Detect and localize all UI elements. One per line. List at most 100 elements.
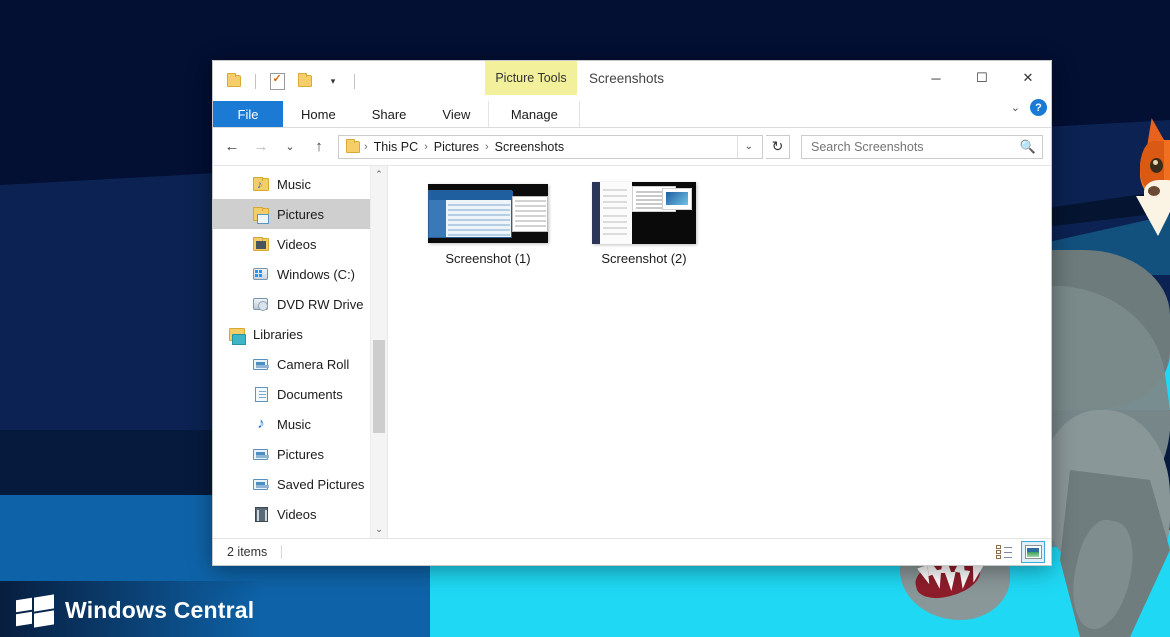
library-pictures-icon — [253, 476, 269, 492]
sidebar-item-label: Windows (C:) — [277, 266, 356, 282]
details-view-icon — [995, 545, 1013, 559]
sidebar-item-videos-library[interactable]: Videos — [213, 499, 387, 529]
navigation-scrollbar[interactable]: ⌃ ⌄ — [370, 166, 387, 538]
thumbnail-wrap — [592, 182, 696, 244]
library-documents-icon — [253, 386, 269, 402]
tab-file[interactable]: File — [213, 101, 283, 127]
picture-tools-contextual-tab[interactable]: Picture Tools — [485, 61, 577, 95]
file-item-screenshot-2[interactable]: Screenshot (2) — [566, 180, 722, 292]
qat-customize-caret-icon[interactable]: ▾ — [322, 70, 344, 92]
file-explorer-window: ▾ Picture Tools Screenshots ─ ☐ ✕ File H… — [212, 60, 1052, 566]
sidebar-item-label: Music — [277, 416, 311, 432]
sidebar-item-libraries[interactable]: Libraries — [213, 319, 387, 349]
file-item-screenshot-1[interactable]: Screenshot (1) — [410, 180, 566, 292]
file-list-content[interactable]: Screenshot (1) Screenshot (2) — [388, 166, 1051, 538]
sidebar-item-videos[interactable]: Videos — [213, 229, 387, 259]
sidebar-item-documents[interactable]: Documents — [213, 379, 387, 409]
sidebar-item-label: Videos — [277, 236, 317, 252]
sidebar-item-saved-pictures[interactable]: Saved Pictures — [213, 469, 387, 499]
maximize-button[interactable]: ☐ — [959, 61, 1005, 95]
title-bar: ▾ Picture Tools Screenshots ─ ☐ ✕ — [213, 61, 1051, 101]
sidebar-item-label: Pictures — [277, 206, 324, 222]
tab-manage[interactable]: Manage — [488, 101, 581, 127]
qat-separator — [354, 73, 355, 89]
tab-share[interactable]: Share — [354, 101, 425, 127]
sidebar-item-music[interactable]: ♪ Music — [213, 169, 387, 199]
search-box[interactable]: 🔍 — [801, 134, 1043, 159]
sidebar-item-label: Libraries — [253, 326, 303, 342]
tab-home[interactable]: Home — [283, 101, 354, 127]
close-button[interactable]: ✕ — [1005, 61, 1051, 95]
folder-music-icon: ♪ — [253, 176, 269, 192]
expand-ribbon-icon[interactable]: ⌄ — [1011, 101, 1020, 114]
breadcrumb-this-pc[interactable]: This PC — [370, 140, 422, 154]
watermark: Windows Central — [16, 594, 255, 628]
fox-nose — [1148, 186, 1160, 196]
folder-videos-icon — [253, 236, 269, 252]
breadcrumb-pictures[interactable]: Pictures — [430, 140, 483, 154]
up-button[interactable]: ↑ — [306, 134, 332, 160]
sidebar-item-label: Videos — [277, 506, 317, 522]
tab-view[interactable]: View — [424, 101, 488, 127]
qat-folder-icon[interactable] — [223, 70, 245, 92]
dvd-drive-icon — [253, 296, 269, 312]
qat-new-folder-icon[interactable] — [294, 70, 316, 92]
status-separator — [281, 545, 283, 559]
library-pictures-icon — [253, 446, 269, 462]
search-icon[interactable]: 🔍 — [1020, 139, 1036, 155]
watermark-text: Windows Central — [65, 596, 255, 623]
sidebar-item-pictures-library[interactable]: Pictures — [213, 439, 387, 469]
thumbnail-wrap — [428, 182, 548, 244]
item-count-label: 2 items — [227, 545, 268, 559]
screenshot-thumbnail-2 — [592, 182, 696, 244]
status-bar: 2 items — [213, 538, 1051, 565]
sidebar-item-music-library[interactable]: ♪ Music — [213, 409, 387, 439]
libraries-icon — [229, 326, 246, 345]
fox-eye-highlight — [1153, 160, 1158, 165]
library-videos-icon — [253, 506, 269, 522]
file-name-label: Screenshot (2) — [601, 251, 687, 266]
drive-windows-icon — [253, 266, 269, 282]
scroll-down-icon[interactable]: ⌄ — [371, 521, 387, 538]
minimize-button[interactable]: ─ — [913, 61, 959, 95]
sidebar-item-camera-roll[interactable]: Camera Roll — [213, 349, 387, 379]
recent-locations-button[interactable]: ⌄ — [277, 134, 303, 160]
breadcrumb[interactable]: › This PC › Pictures › Screenshots ⌄ — [338, 134, 763, 159]
screenshot-thumbnail-1 — [428, 183, 548, 243]
qat-properties-icon[interactable] — [266, 70, 288, 92]
navigation-list: ♪ Music Pictures Videos Windows (C:) DVD… — [213, 166, 387, 529]
navigation-pane: ♪ Music Pictures Videos Windows (C:) DVD… — [213, 166, 388, 538]
sidebar-item-label: Camera Roll — [277, 356, 350, 372]
large-icons-view-button[interactable] — [1021, 541, 1045, 563]
refresh-button[interactable]: ↻ — [766, 134, 790, 159]
breadcrumb-dropdown-icon[interactable]: ⌄ — [736, 135, 760, 158]
windows-logo-icon — [16, 594, 54, 628]
qat-separator — [255, 73, 256, 89]
breadcrumb-folder-icon — [346, 138, 360, 153]
forward-button[interactable]: → — [248, 134, 274, 160]
scrollbar-thumb[interactable] — [373, 340, 385, 433]
sidebar-item-windows-c[interactable]: Windows (C:) — [213, 259, 387, 289]
sidebar-item-pictures[interactable]: Pictures — [213, 199, 387, 229]
quick-access-toolbar: ▾ — [213, 70, 359, 92]
file-name-label: Screenshot (1) — [445, 251, 531, 266]
desktop: Windows Central ▾ Picture Tools Screen — [0, 0, 1170, 637]
details-view-button[interactable] — [992, 541, 1016, 563]
sidebar-item-label: DVD RW Drive — [277, 296, 364, 312]
breadcrumb-separator: › — [424, 140, 428, 153]
sidebar-item-label: Music — [277, 176, 311, 192]
window-title: Screenshots — [589, 71, 665, 86]
window-body: ♪ Music Pictures Videos Windows (C:) DVD… — [213, 165, 1051, 538]
search-input[interactable] — [811, 139, 1020, 154]
sidebar-item-label: Saved Pictures — [277, 476, 365, 492]
breadcrumb-separator: › — [364, 140, 368, 153]
breadcrumb-screenshots[interactable]: Screenshots — [491, 140, 568, 154]
folder-pictures-icon — [253, 206, 269, 224]
view-buttons — [992, 541, 1045, 563]
sidebar-item-label: Pictures — [277, 446, 324, 462]
scroll-up-icon[interactable]: ⌃ — [371, 166, 387, 183]
sidebar-item-dvd-rw-drive[interactable]: DVD RW Drive — [213, 289, 387, 319]
back-button[interactable]: ← — [219, 134, 245, 160]
help-button[interactable]: ? — [1030, 99, 1047, 116]
sidebar-item-label: Documents — [277, 386, 343, 402]
